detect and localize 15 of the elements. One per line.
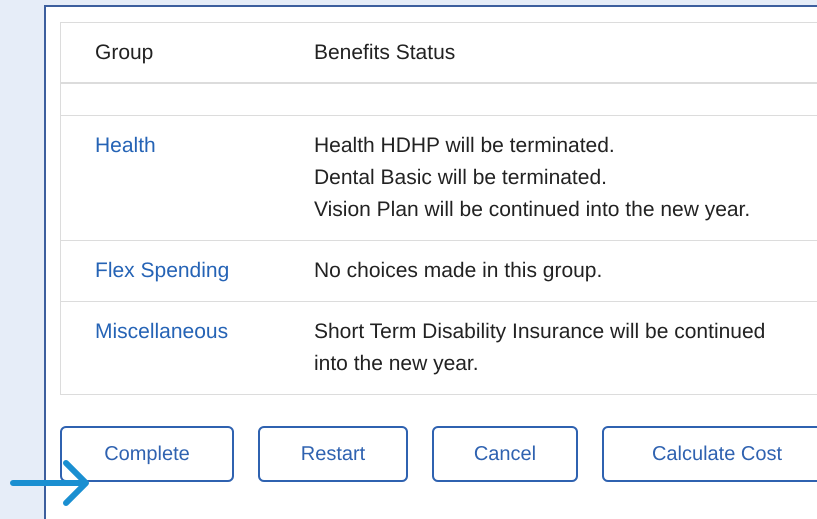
status-text: No choices made in this group. — [314, 258, 604, 284]
action-button[interactable]: Complete — [60, 426, 234, 482]
column-header: Group — [94, 40, 154, 66]
arrow-icon — [10, 459, 92, 507]
status-text: Short Term Disability Insurance will be continued into the new year. — [314, 319, 766, 377]
action-button[interactable]: Cancel — [432, 426, 578, 482]
column-header: Benefits Status — [314, 40, 456, 66]
group-link[interactable]: Health — [95, 134, 156, 157]
group-link[interactable]: Miscellaneous — [95, 320, 228, 343]
status-text: Vision Plan will be continued into the new year. — [314, 197, 752, 223]
action-button[interactable]: Calculate Cost — [602, 426, 817, 482]
group-link[interactable]: Flex Spending — [95, 259, 230, 282]
action-button[interactable]: Restart — [258, 426, 408, 482]
status-text: Health HDHP will be terminated. — [314, 133, 616, 159]
status-text: Dental Basic will be terminated. — [314, 165, 608, 191]
